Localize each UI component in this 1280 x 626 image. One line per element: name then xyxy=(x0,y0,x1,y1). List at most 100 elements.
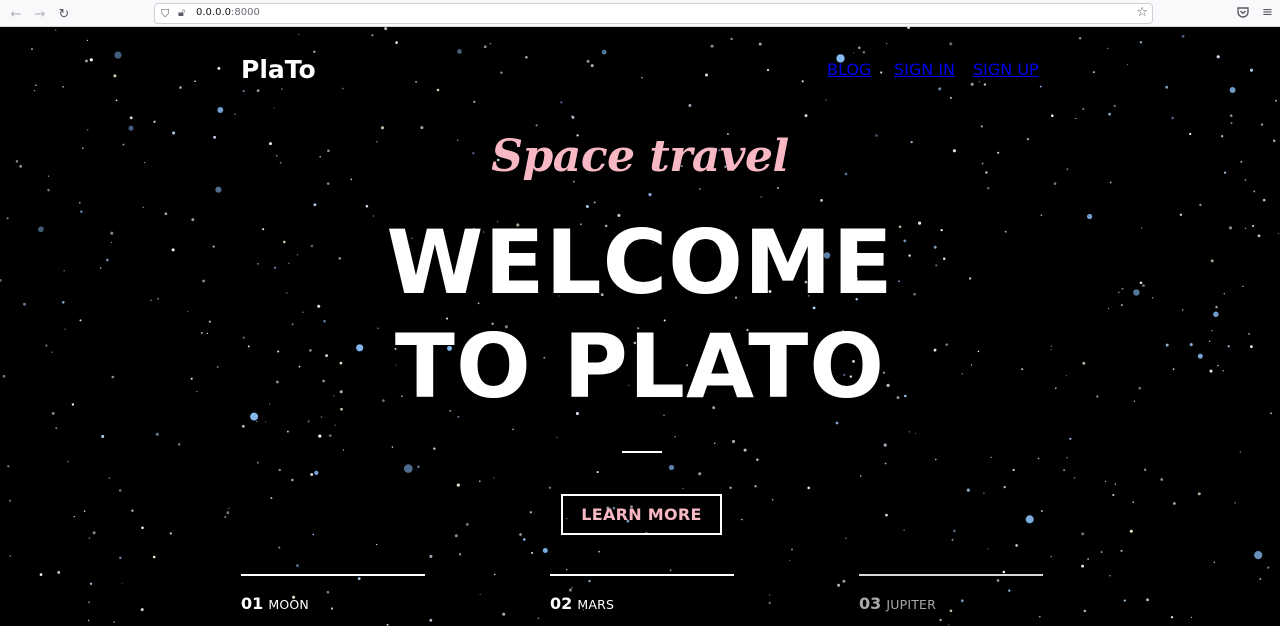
star xyxy=(1039,85,1042,88)
star xyxy=(224,516,227,518)
star xyxy=(754,485,757,488)
nav-link-sign-up[interactable]: SIGN UP xyxy=(973,60,1039,79)
star xyxy=(983,492,985,494)
star xyxy=(523,538,526,541)
star xyxy=(9,499,12,502)
star xyxy=(121,583,123,585)
star xyxy=(1107,308,1110,310)
star xyxy=(987,548,989,550)
star xyxy=(493,573,496,576)
star xyxy=(129,116,133,120)
star xyxy=(1249,68,1254,72)
star xyxy=(1053,182,1057,185)
star xyxy=(777,187,780,189)
nav-link-blog[interactable]: BLOG xyxy=(827,60,871,79)
hero-divider xyxy=(622,451,662,453)
star xyxy=(1126,64,1128,66)
star xyxy=(1267,566,1270,569)
star xyxy=(983,83,987,86)
star xyxy=(479,593,481,596)
hero-subtitle: Space travel xyxy=(491,131,789,182)
star xyxy=(278,468,281,472)
connection-lock-icon[interactable]: 🔓︎ xyxy=(178,6,185,20)
star xyxy=(674,435,676,438)
star xyxy=(89,58,93,62)
planet-tab-mars[interactable]: 02 MARS xyxy=(550,574,734,613)
star xyxy=(87,619,90,622)
star xyxy=(118,489,122,492)
planet-tab-bar xyxy=(859,574,1043,576)
star xyxy=(458,553,462,556)
star xyxy=(417,465,420,468)
hamburger-menu-icon[interactable]: ≡ xyxy=(1262,5,1273,20)
star xyxy=(313,203,317,207)
star xyxy=(1114,483,1117,485)
pocket-icon[interactable] xyxy=(1236,6,1250,20)
star xyxy=(512,428,514,431)
star xyxy=(88,537,91,539)
star xyxy=(987,187,990,190)
star xyxy=(226,511,230,515)
star xyxy=(1229,114,1233,117)
star xyxy=(1213,561,1216,563)
star xyxy=(939,618,942,622)
star xyxy=(601,49,607,55)
star xyxy=(1081,564,1085,568)
star xyxy=(907,27,910,29)
url-text[interactable]: 0.0.0.0:8000 xyxy=(196,7,260,18)
star xyxy=(1253,190,1256,193)
browser-toolbar: ← → ↻ ⛉ 🔓︎ 0.0.0.0:8000 ☆ ≡ xyxy=(0,0,1280,27)
learn-more-button[interactable]: LEARN MORE xyxy=(561,494,722,535)
star xyxy=(529,511,532,514)
address-bar[interactable]: ⛉ 🔓︎ 0.0.0.0:8000 ☆ xyxy=(154,3,1153,24)
star xyxy=(365,204,369,208)
star xyxy=(668,464,675,471)
star xyxy=(92,531,96,535)
star xyxy=(307,420,310,423)
forward-arrow-icon[interactable]: → xyxy=(31,5,49,23)
bookmark-star-icon[interactable]: ☆ xyxy=(1136,5,1148,20)
star xyxy=(1171,116,1174,120)
star xyxy=(436,88,440,92)
star xyxy=(519,533,522,536)
star xyxy=(391,446,394,448)
star xyxy=(1112,493,1115,497)
star xyxy=(83,510,86,512)
star xyxy=(328,434,332,437)
star xyxy=(155,432,159,436)
planet-tab-moon[interactable]: 01 MOON xyxy=(241,574,425,613)
nav-link-sign-in[interactable]: SIGN IN xyxy=(894,60,955,79)
star xyxy=(1051,114,1054,117)
star xyxy=(883,443,887,447)
star xyxy=(729,486,732,489)
star xyxy=(79,319,82,322)
star xyxy=(842,579,846,583)
star xyxy=(807,486,810,490)
star xyxy=(9,555,11,557)
star xyxy=(1073,476,1076,479)
site-logo[interactable]: PlaTo xyxy=(241,55,316,84)
star xyxy=(884,462,887,465)
star xyxy=(502,612,506,616)
star xyxy=(766,68,770,72)
star xyxy=(62,86,64,88)
star xyxy=(1078,37,1082,40)
star xyxy=(758,42,762,46)
star xyxy=(128,125,134,131)
reload-icon[interactable]: ↻ xyxy=(55,5,73,23)
star xyxy=(835,421,839,425)
star xyxy=(291,478,294,482)
back-arrow-icon[interactable]: ← xyxy=(7,5,25,23)
shield-icon[interactable]: ⛉ xyxy=(161,7,169,21)
star xyxy=(730,37,733,41)
star xyxy=(585,205,589,208)
star xyxy=(768,601,771,605)
star xyxy=(194,80,196,82)
star xyxy=(278,546,281,549)
star xyxy=(949,96,952,99)
star xyxy=(953,529,956,533)
star xyxy=(270,497,273,500)
planet-tab-jupiter[interactable]: 03 JUPITER xyxy=(859,574,1043,613)
star xyxy=(1050,555,1053,558)
star xyxy=(179,86,182,89)
